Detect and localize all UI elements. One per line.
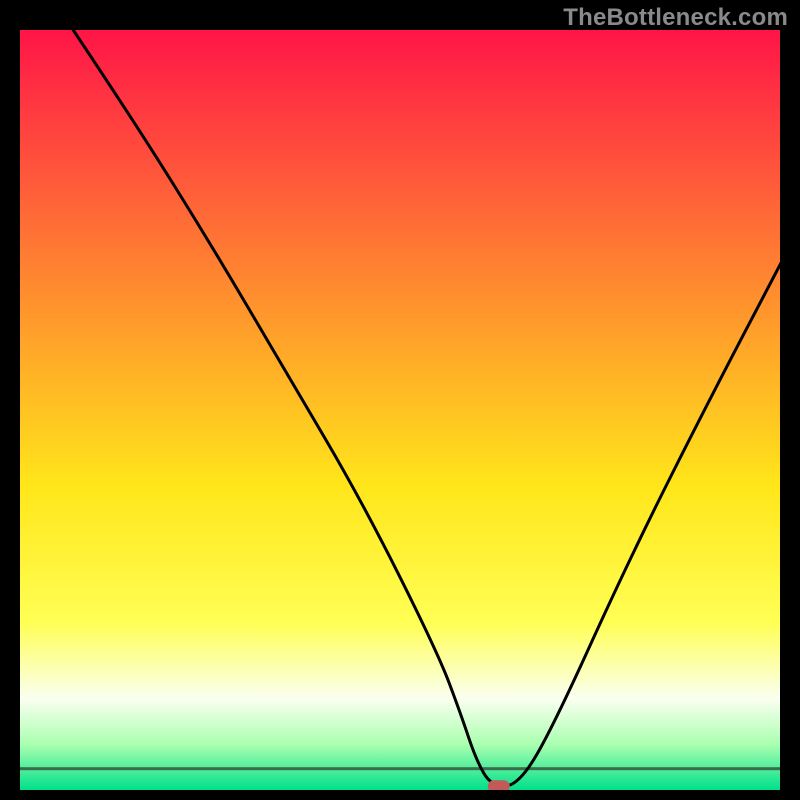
optimal-marker: [488, 780, 510, 790]
watermark-text: TheBottleneck.com: [563, 4, 788, 32]
chart-background: [20, 30, 780, 790]
chart-frame: TheBottleneck.com: [0, 0, 800, 800]
bottleneck-chart: [20, 30, 780, 790]
chart-green-band: [20, 767, 780, 770]
